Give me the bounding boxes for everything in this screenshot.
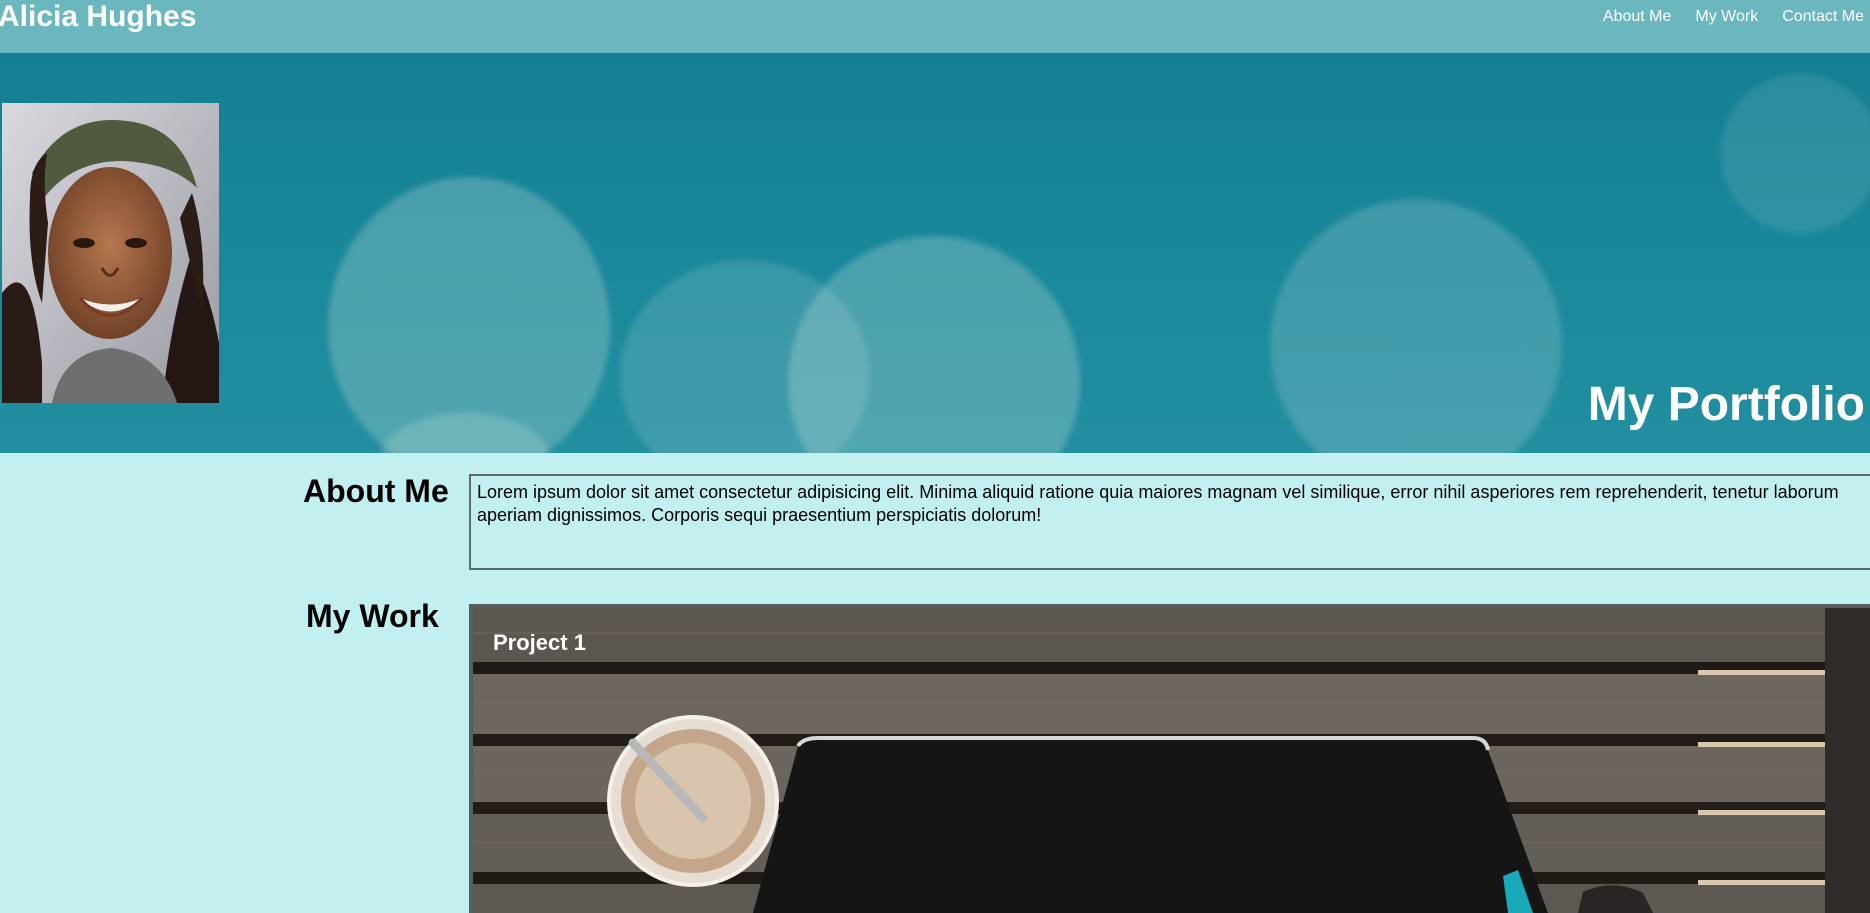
site-brand[interactable]: Alicia Hughes (0, 0, 196, 34)
my-work-heading: My Work (306, 598, 439, 634)
profile-photo (2, 103, 219, 403)
navbar: Alicia Hughes About Me My Work Contact M… (0, 0, 1870, 53)
nav-link-my-work[interactable]: My Work (1695, 8, 1758, 26)
about-me-text: Lorem ipsum dolor sit amet consectetur a… (469, 474, 1870, 570)
hero-title: My Portfolio (1587, 378, 1865, 431)
nav-links: About Me My Work Contact Me (1603, 8, 1864, 26)
bokeh-light (1270, 199, 1562, 453)
bokeh-light (1720, 73, 1870, 233)
about-me-heading: About Me (303, 473, 449, 509)
nav-link-about-me[interactable]: About Me (1603, 8, 1671, 26)
project-card[interactable]: Project 1 (469, 604, 1870, 913)
nav-link-contact-me[interactable]: Contact Me (1782, 8, 1864, 26)
bokeh-light (788, 236, 1080, 453)
hero-banner: My Portfolio (0, 53, 1870, 453)
project-image (473, 608, 1870, 913)
profile-photo-illustration (2, 103, 219, 403)
project-title: Project 1 (493, 630, 586, 655)
bokeh-light (328, 177, 610, 453)
